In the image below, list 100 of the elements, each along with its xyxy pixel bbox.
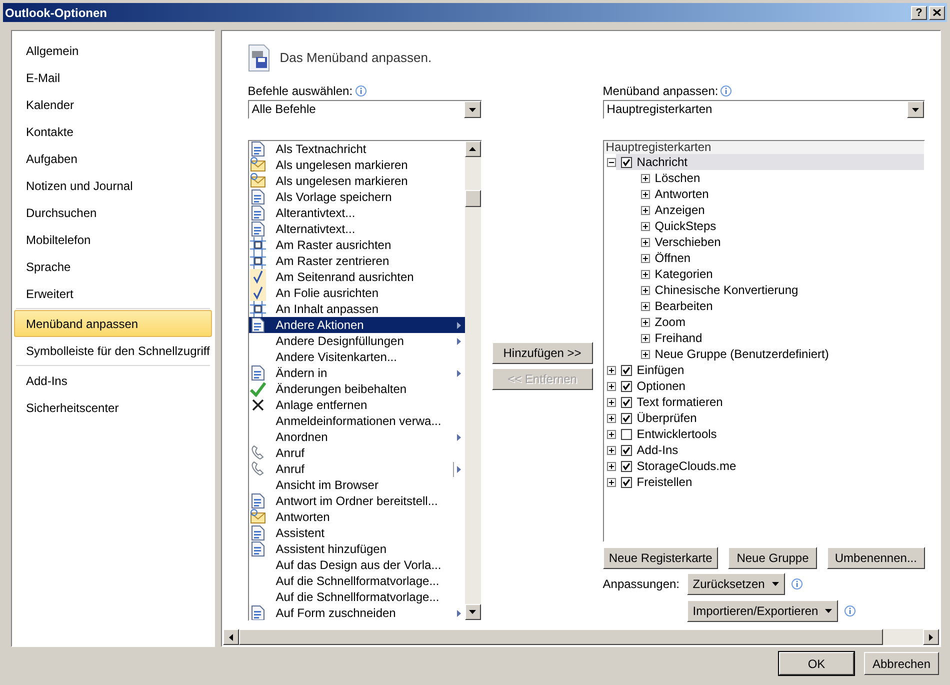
scrollbar[interactable] xyxy=(464,141,481,620)
expand-icon[interactable] xyxy=(606,430,616,438)
help-button[interactable]: ? xyxy=(911,6,927,20)
command-item[interactable]: Als ungelesen markieren xyxy=(248,173,465,189)
dialog-button[interactable]: Abbrechen xyxy=(864,652,939,675)
tree-item[interactable]: Nachricht xyxy=(616,154,924,170)
command-item[interactable]: Ansicht im Browser xyxy=(248,477,465,493)
expand-icon[interactable] xyxy=(606,446,616,454)
tree-item[interactable]: Bearbeiten xyxy=(650,298,924,314)
tree-item[interactable]: Überprüfen xyxy=(616,410,924,426)
expand-icon[interactable] xyxy=(606,382,616,390)
command-item[interactable]: Auf die Schnellformatvorlage... xyxy=(248,589,465,605)
expand-icon[interactable] xyxy=(606,414,616,422)
expand-icon[interactable] xyxy=(640,302,650,310)
command-item[interactable]: Assistent xyxy=(248,525,465,541)
dropdown-button[interactable] xyxy=(906,101,924,118)
expand-icon[interactable] xyxy=(640,206,650,214)
sidebar-item[interactable]: Aufgaben xyxy=(14,145,212,172)
dropdown-field[interactable]: Alle Befehle xyxy=(248,100,482,119)
scroll-right-button[interactable] xyxy=(923,629,939,645)
command-item[interactable]: Auf die Schnellformatvorlage... xyxy=(248,573,465,589)
tree-item[interactable]: Entwicklertools xyxy=(616,426,924,442)
expand-icon[interactable] xyxy=(640,318,650,326)
close-button[interactable] xyxy=(929,6,945,20)
ribbon-button[interactable]: Neue Registerkarte xyxy=(602,547,718,569)
command-item[interactable]: Als Textnachricht xyxy=(248,141,465,157)
command-item[interactable]: Am Seitenrand ausrichten xyxy=(248,269,465,285)
expand-icon[interactable] xyxy=(640,174,650,182)
scroll-down-button[interactable] xyxy=(464,604,481,620)
command-item[interactable]: Anruf xyxy=(248,461,465,477)
expand-icon[interactable] xyxy=(606,478,616,486)
command-item[interactable]: Anlage entfernen xyxy=(248,397,465,413)
command-item[interactable]: Anordnen xyxy=(248,429,465,445)
command-item[interactable]: Am Raster zentrieren xyxy=(248,253,465,269)
collapse-icon[interactable] xyxy=(606,158,616,166)
tree-item[interactable]: Freistellen xyxy=(616,474,924,490)
sidebar-item[interactable]: Symbolleiste für den Schnellzugriff xyxy=(14,337,212,364)
tree-item[interactable]: StorageClouds.me xyxy=(616,458,924,474)
sidebar-item[interactable]: Add-Ins xyxy=(14,367,212,394)
expand-icon[interactable] xyxy=(640,286,650,294)
expand-icon[interactable] xyxy=(640,190,650,198)
sidebar-item[interactable]: Kontakte xyxy=(14,118,212,145)
tree-item[interactable]: Einfügen xyxy=(616,362,924,378)
scroll-thumb[interactable] xyxy=(464,190,481,207)
expand-icon[interactable] xyxy=(640,350,650,358)
command-item[interactable]: Auf das Design aus der Vorla... xyxy=(248,557,465,573)
command-item[interactable]: Antworten xyxy=(248,509,465,525)
tree-item[interactable]: Verschieben xyxy=(650,234,924,250)
tree-item[interactable]: Löschen xyxy=(650,170,924,186)
sidebar-item[interactable]: Mobiltelefon xyxy=(14,226,212,253)
command-item[interactable]: Andere Designfüllungen xyxy=(248,333,465,349)
command-item[interactable]: Auf Form zuschneiden xyxy=(248,605,465,620)
command-item[interactable]: Am Raster ausrichten xyxy=(248,237,465,253)
expand-icon[interactable] xyxy=(640,254,650,262)
sidebar-item[interactable]: Durchsuchen xyxy=(14,199,212,226)
command-item[interactable]: An Inhalt anpassen xyxy=(248,301,465,317)
tree-item[interactable]: Add-Ins xyxy=(616,442,924,458)
command-item[interactable]: Ändern in xyxy=(248,365,465,381)
tree-item[interactable]: Neue Gruppe (Benutzerdefiniert) xyxy=(650,346,924,362)
command-item[interactable]: Antwort im Ordner bereitstell... xyxy=(248,493,465,509)
command-item[interactable]: Anruf xyxy=(248,445,465,461)
sidebar-item[interactable]: Notizen und Journal xyxy=(14,172,212,199)
expand-icon[interactable] xyxy=(640,222,650,230)
dropdown-field[interactable]: Hauptregisterkarten xyxy=(602,100,925,119)
tree-item[interactable]: Kategorien xyxy=(650,266,924,282)
ribbon-button[interactable]: Neue Gruppe xyxy=(728,547,818,569)
expand-icon[interactable] xyxy=(606,366,616,374)
dropdown-button[interactable] xyxy=(464,101,481,118)
command-item[interactable]: Andere Aktionen xyxy=(248,317,465,333)
expand-icon[interactable] xyxy=(640,334,650,342)
tree-item[interactable]: QuickSteps xyxy=(650,218,924,234)
add-button[interactable]: Hinzufügen >> xyxy=(492,342,593,364)
tree-item[interactable]: Zoom xyxy=(650,314,924,330)
tree-item[interactable]: Text formatieren xyxy=(616,394,924,410)
command-item[interactable]: Anmeldeinformationen verwa... xyxy=(248,413,465,429)
expand-icon[interactable] xyxy=(606,462,616,470)
scroll-up-button[interactable] xyxy=(464,141,481,157)
tree-item[interactable]: Antworten xyxy=(650,186,924,202)
dialog-button[interactable]: OK xyxy=(779,652,854,675)
expand-icon[interactable] xyxy=(640,238,650,246)
expand-icon[interactable] xyxy=(640,270,650,278)
command-item[interactable]: Assistent hinzufügen xyxy=(248,541,465,557)
tree-item[interactable]: Öffnen xyxy=(650,250,924,266)
sidebar-item[interactable]: Menüband anpassen xyxy=(14,310,212,337)
sidebar-item[interactable]: Sprache xyxy=(14,253,212,280)
command-item[interactable]: Alternativtext... xyxy=(248,221,465,237)
command-item[interactable]: Als Vorlage speichern xyxy=(248,189,465,205)
tree-item[interactable]: Chinesische Konvertierung xyxy=(650,282,924,298)
tree-item[interactable]: Anzeigen xyxy=(650,202,924,218)
sidebar-item[interactable]: Kalender xyxy=(14,91,212,118)
command-item[interactable]: Als ungelesen markieren xyxy=(248,157,465,173)
command-item[interactable]: Änderungen beibehalten xyxy=(248,381,465,397)
ribbon-button[interactable]: Umbenennen... xyxy=(827,547,925,569)
sidebar-item[interactable]: Sicherheitscenter xyxy=(14,394,212,421)
sidebar-item[interactable]: Allgemein xyxy=(14,37,212,64)
expand-icon[interactable] xyxy=(606,398,616,406)
tree-item[interactable]: Freihand xyxy=(650,330,924,346)
sidebar-item[interactable]: Erweitert xyxy=(14,280,212,307)
tree-item[interactable]: Optionen xyxy=(616,378,924,394)
command-item[interactable]: An Folie ausrichten xyxy=(248,285,465,301)
